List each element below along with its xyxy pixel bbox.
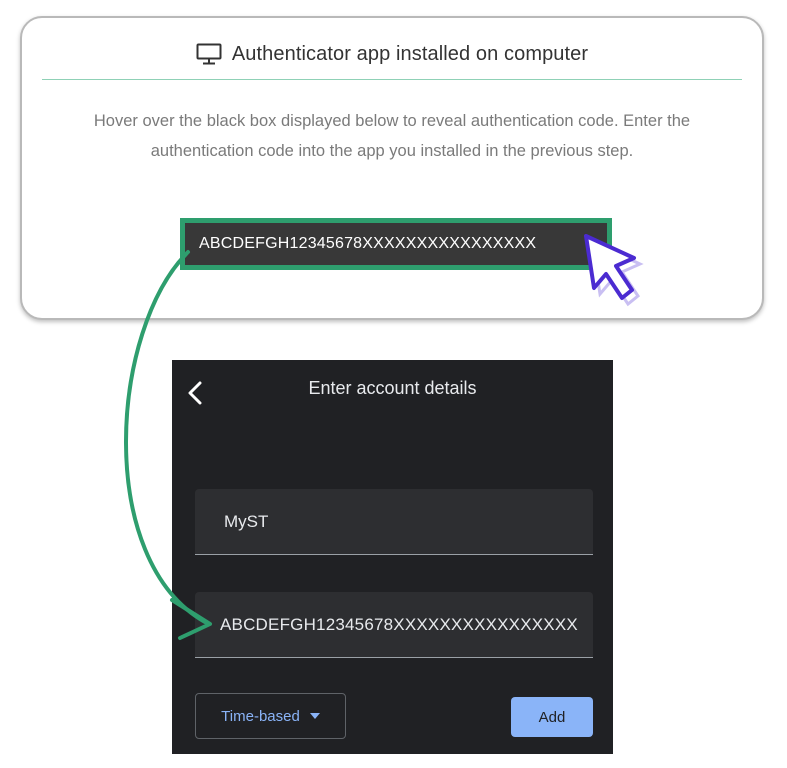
account-name-field[interactable]: MyST [195,489,593,555]
card-title: Authenticator app installed on computer [231,42,589,65]
phone-screen: Enter account details MyST ABCDEFGH12345… [172,360,613,754]
caret-down-icon [309,713,320,719]
auth-code-box[interactable]: ABCDEFGH12345678XXXXXXXXXXXXXXXX [180,218,612,270]
secret-key-field[interactable]: ABCDEFGH12345678XXXXXXXXXXXXXXXX [195,592,593,658]
add-button[interactable]: Add [511,697,593,737]
card-divider [42,79,742,80]
card-header: Authenticator app installed on computer [22,38,762,70]
phone-title: Enter account details [308,378,477,398]
card-description: Hover over the black box displayed below… [93,112,691,160]
key-type-label: Time-based [221,707,300,725]
monitor-icon [196,43,222,65]
mouse-pointer-icon [584,234,644,307]
authenticator-card: Authenticator app installed on computer … [20,16,764,320]
key-type-select[interactable]: Time-based [195,693,346,739]
